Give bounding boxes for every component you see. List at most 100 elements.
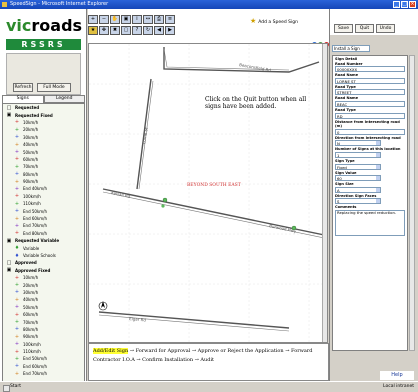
app-banner: RSSRS	[6, 39, 81, 50]
star-icon: ★	[250, 17, 257, 25]
window-titlebar: SpeedSign - Microsoft Internet Explorer …	[0, 0, 418, 9]
minimize-icon[interactable]: _	[393, 1, 400, 8]
legend-symbol-icon: +	[14, 363, 20, 370]
field-label: Distance from Intersecting road (m)	[335, 119, 400, 129]
legend-item: +80km/h	[3, 171, 84, 178]
legend-label: End 70km/h	[23, 371, 48, 377]
query-icon[interactable]: ?	[132, 26, 142, 35]
delete-sign-icon[interactable]: ✖	[110, 26, 120, 35]
legend-symbol-icon: +	[14, 348, 20, 355]
legend-item: + End 80km/h	[3, 230, 84, 237]
road-elgar	[98, 311, 290, 329]
legend-label: 10km/h	[23, 119, 39, 125]
legend-label: Requested	[15, 105, 40, 111]
legend-item: ▣ Approved Fixed	[3, 267, 84, 274]
sidebar: vic roads RSSRS Refresh Full Mode Signs L…	[0, 9, 87, 389]
tab-legend[interactable]: Legend	[43, 95, 85, 103]
workflow-status: Add/Edit Sign → Forward for Approval → A…	[88, 343, 329, 381]
close-icon[interactable]: ×	[409, 1, 416, 8]
legend-item: +60km/h	[3, 311, 84, 318]
legend-label: Variable	[23, 245, 40, 251]
zoom-in-icon[interactable]: +	[88, 15, 98, 24]
field-select[interactable]: 1	[335, 151, 381, 158]
map-canvas[interactable]: Beaconsfield Rd Lorne St Kelsall Rd Burw…	[88, 43, 328, 343]
field-input[interactable]: LORNE ST	[335, 77, 405, 84]
taskbar: Start Local intranet	[0, 381, 418, 392]
legend-symbol-icon: +	[14, 208, 20, 215]
full-mode-button[interactable]: Full Mode	[37, 83, 71, 92]
legend-symbol-icon: +	[14, 282, 20, 289]
map-scrollbar[interactable]	[322, 44, 327, 342]
legend-item: + End 40km/h	[3, 185, 84, 192]
action-select[interactable]: Install a Sign	[332, 45, 370, 52]
legend-label: End 70km/h	[23, 223, 48, 229]
legend-symbol-icon: ▣	[6, 237, 12, 244]
legend-symbol-icon: +	[14, 178, 20, 185]
legend-label: Approved Fixed	[15, 267, 51, 273]
field-input[interactable]: 0000XXXX	[335, 66, 405, 73]
road-beaconsfield	[163, 47, 320, 73]
legend-symbol-icon: +	[14, 311, 20, 318]
help-link[interactable]: Help	[380, 371, 414, 380]
map-region-label: BEYOND SOUTH EAST	[187, 183, 241, 188]
select-icon[interactable]: ▢	[121, 26, 131, 35]
legend-item: +60km/h	[3, 156, 84, 163]
save-button[interactable]: Save	[334, 24, 353, 33]
identify-icon[interactable]: i	[132, 15, 142, 24]
sidebar-tabs: Signs Legend	[2, 95, 85, 103]
legend-item: +70km/h	[3, 318, 84, 325]
measure-icon[interactable]: ↔	[143, 15, 153, 24]
move-sign-icon[interactable]: ✥	[99, 26, 109, 35]
legend-label: 110km/h	[23, 349, 41, 355]
legend-label: 20km/h	[23, 127, 39, 133]
back-icon[interactable]: ◀	[154, 26, 164, 35]
field-input[interactable]: RD	[335, 112, 405, 119]
pan-icon[interactable]: ✋	[110, 15, 120, 24]
comments-textarea[interactable]: Replacing the speed reduction.	[335, 209, 405, 236]
form-scrollbar[interactable]	[409, 55, 415, 351]
legend-symbol-icon: +	[14, 222, 20, 229]
legend-item: +30km/h	[3, 134, 84, 141]
north-arrow	[98, 301, 108, 311]
print-icon[interactable]: ⎙	[154, 15, 164, 24]
legend-label: End 80km/h	[23, 230, 48, 236]
legend-symbol-icon: +	[14, 274, 20, 281]
legend-label: 50km/h	[23, 304, 39, 310]
refresh-button[interactable]: Refresh	[13, 83, 33, 92]
legend-item: +90km/h	[3, 333, 84, 340]
legend-item: + End 60km/h	[3, 215, 84, 222]
browser-icon	[2, 2, 7, 7]
zoom-out-icon[interactable]: −	[99, 15, 109, 24]
full-extent-icon[interactable]: ▣	[121, 15, 131, 24]
layers-icon[interactable]: ≡	[165, 15, 175, 24]
legend-symbol-icon: +	[14, 341, 20, 348]
legend-label: 80km/h	[23, 171, 39, 177]
forward-icon[interactable]: ▶	[165, 26, 175, 35]
legend-label: 30km/h	[23, 289, 39, 295]
add-sign-icon[interactable]: ★	[88, 26, 98, 35]
refresh-map-icon[interactable]: ↻	[143, 26, 153, 35]
quit-button[interactable]: Quit	[355, 24, 374, 33]
field-select[interactable]: A	[335, 186, 381, 193]
legend-label: 20km/h	[23, 282, 39, 288]
field-select[interactable]: S	[335, 198, 381, 205]
field-input[interactable]: STREET	[335, 89, 405, 96]
field-input[interactable]: BEAC	[335, 100, 405, 107]
legend-item: +110km/h	[3, 348, 84, 355]
legend-label: 10km/h	[23, 275, 39, 281]
legend-label: 90km/h	[23, 179, 39, 185]
legend-symbol-icon: +	[14, 185, 20, 192]
legend-symbol-icon: ♦	[14, 245, 20, 252]
start-button[interactable]: Start	[2, 383, 32, 392]
undo-button[interactable]: Undo	[376, 24, 395, 33]
legend-symbol-icon: +	[14, 141, 20, 148]
field-select[interactable]: N	[335, 140, 381, 147]
maximize-icon[interactable]: □	[401, 1, 408, 8]
tab-signs[interactable]: Signs	[2, 95, 44, 103]
legend-item: +40km/h	[3, 141, 84, 148]
field-input[interactable]: 0	[335, 128, 405, 135]
legend-item: +40km/h	[3, 296, 84, 303]
legend-item: +90km/h	[3, 178, 84, 185]
field-select[interactable]: 60	[335, 175, 381, 182]
field-select[interactable]: Fixed	[335, 163, 381, 170]
